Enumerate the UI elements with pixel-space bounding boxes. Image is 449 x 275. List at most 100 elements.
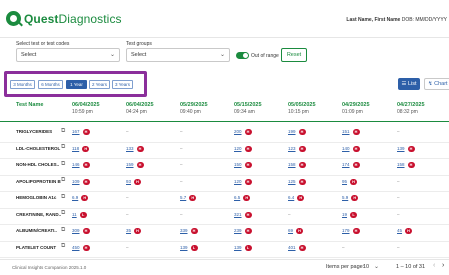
result-cell[interactable]: 45 H [397, 228, 413, 234]
quest-logo[interactable]: QuestDiagnostics [6, 11, 122, 26]
result-cell[interactable]: 309 H [72, 228, 90, 234]
list-view-button[interactable]: ☰ List [398, 78, 420, 90]
open-details-icon[interactable]: ⧉ [61, 128, 65, 135]
result-value[interactable]: 69 [288, 228, 293, 233]
result-cell[interactable]: 199 H [288, 129, 306, 135]
result-cell[interactable]: 69 H [288, 228, 304, 234]
result-cell[interactable]: 19 L [342, 211, 358, 218]
result-value[interactable]: 139 [234, 245, 242, 250]
result-value[interactable]: 11 [72, 212, 77, 217]
result-value[interactable]: 6.4 [288, 195, 294, 200]
range-1-year-button[interactable]: 1 Year [66, 80, 87, 89]
result-value[interactable]: 179 [342, 228, 350, 233]
result-value[interactable]: 45 [397, 228, 402, 233]
result-value[interactable]: 174 [342, 162, 350, 167]
range-3-years-button[interactable]: 3 Years [112, 80, 133, 89]
result-cell[interactable]: 5.9 H [342, 195, 359, 201]
open-details-icon[interactable]: ⧉ [61, 144, 65, 151]
result-value[interactable]: 118 [72, 146, 79, 151]
result-cell[interactable]: 139 L [180, 244, 198, 251]
result-cell[interactable]: 167 H [72, 129, 90, 135]
result-value[interactable]: 93 [126, 179, 131, 184]
result-cell[interactable]: 5.7 H [180, 195, 197, 201]
result-cell[interactable]: 133 H [126, 145, 144, 152]
result-value[interactable]: 321 [234, 212, 242, 217]
result-value[interactable]: 6.9 [72, 195, 78, 200]
reset-button[interactable]: Reset [281, 48, 307, 62]
result-cell[interactable]: 139 L [234, 244, 252, 251]
result-cell[interactable]: 158 H [288, 162, 306, 168]
result-cell[interactable]: 11 L [72, 211, 87, 218]
result-cell[interactable]: 159 H [126, 162, 144, 168]
result-value[interactable]: 450 [72, 245, 80, 250]
result-cell[interactable]: 140 H [342, 145, 360, 152]
result-cell[interactable]: 179 H [342, 228, 360, 234]
result-value[interactable]: 109 [72, 179, 80, 184]
result-cell[interactable]: 6.9 H [72, 195, 89, 201]
range-2-years-button[interactable]: 2 Years [89, 80, 110, 89]
groups-select[interactable]: Select ⌄ [126, 48, 230, 62]
open-details-icon[interactable]: ⧉ [61, 194, 65, 201]
chart-view-button[interactable]: ↯ Chart [424, 78, 449, 90]
result-value[interactable]: 19 [342, 212, 347, 217]
result-value[interactable]: 339 [180, 228, 188, 233]
result-cell[interactable]: 200 H [234, 129, 252, 135]
result-value[interactable]: 401 [288, 245, 296, 250]
open-details-icon[interactable]: ⧉ [61, 210, 65, 217]
result-cell[interactable]: 139 H [397, 145, 415, 152]
result-value[interactable]: 309 [72, 228, 80, 233]
result-cell[interactable]: 123 H [288, 145, 306, 152]
result-value[interactable]: 6.5 [234, 195, 240, 200]
chevron-right-icon[interactable]: › [442, 262, 444, 269]
result-value[interactable]: 199 [288, 129, 296, 134]
result-cell[interactable]: 6.4 H [288, 195, 305, 201]
result-value[interactable]: 239 [234, 228, 242, 233]
result-cell[interactable]: 35 H [126, 228, 142, 234]
result-cell[interactable]: 158 H [397, 162, 415, 168]
result-value[interactable]: 139 [397, 146, 405, 151]
result-cell[interactable]: 109 H [72, 178, 90, 185]
open-details-icon[interactable]: ⧉ [61, 161, 65, 168]
result-cell[interactable]: 150 H [234, 162, 252, 168]
test-name-header[interactable]: Test Name [16, 102, 43, 108]
result-value[interactable]: 125 [288, 179, 296, 184]
result-value[interactable]: 151 [342, 129, 350, 134]
open-details-icon[interactable]: ⧉ [61, 243, 65, 250]
result-value[interactable]: 123 [288, 146, 296, 151]
result-cell[interactable]: 174 H [342, 162, 360, 168]
result-cell[interactable]: 151 H [342, 129, 360, 135]
result-cell[interactable]: 120 H [234, 145, 252, 152]
result-cell[interactable]: 125 H [288, 178, 306, 185]
items-per-page-select[interactable]: 10 [363, 264, 369, 270]
result-cell[interactable]: 95 H [342, 178, 358, 185]
result-value[interactable]: 140 [342, 146, 350, 151]
chevron-down-icon[interactable]: ⌄ [374, 263, 379, 270]
result-cell[interactable]: 239 H [234, 228, 252, 234]
result-cell[interactable]: 93 H [126, 178, 142, 185]
result-cell[interactable]: 450 H [72, 244, 90, 251]
result-value[interactable]: 146 [72, 162, 80, 167]
open-details-icon[interactable]: ⧉ [61, 177, 65, 184]
result-value[interactable]: 120 [234, 146, 242, 151]
result-value[interactable]: 158 [397, 162, 405, 167]
result-value[interactable]: 167 [72, 129, 80, 134]
result-cell[interactable]: 118 H [72, 145, 90, 152]
result-value[interactable]: 133 [126, 146, 134, 151]
chevron-left-icon[interactable]: ‹ [433, 262, 435, 269]
range-3-months-button[interactable]: 3 Months [10, 80, 35, 89]
tests-select[interactable]: Select ⌄ [16, 48, 120, 62]
result-value[interactable]: 35 [126, 228, 131, 233]
result-value[interactable]: 5.9 [342, 195, 348, 200]
result-value[interactable]: 95 [342, 179, 347, 184]
result-cell[interactable]: 146 H [72, 162, 90, 168]
out-of-range-toggle[interactable] [236, 52, 249, 59]
open-details-icon[interactable]: ⧉ [61, 227, 65, 234]
result-cell[interactable]: 6.5 H [234, 195, 251, 201]
result-value[interactable]: 150 [234, 162, 242, 167]
result-value[interactable]: 200 [234, 129, 242, 134]
result-cell[interactable]: 321 H [234, 211, 252, 218]
result-cell[interactable]: 120 H [234, 178, 252, 185]
result-value[interactable]: 139 [180, 245, 188, 250]
result-cell[interactable]: 339 H [180, 228, 198, 234]
result-value[interactable]: 120 [234, 179, 242, 184]
